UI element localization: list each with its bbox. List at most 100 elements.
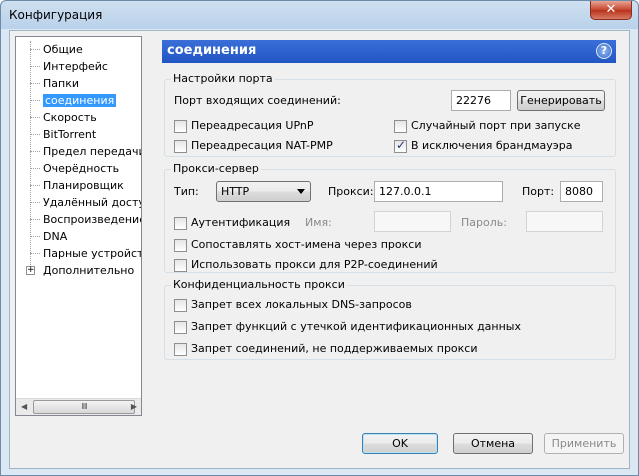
tree-item[interactable]: Очерёдность: [16, 160, 141, 177]
upnp-checkbox[interactable]: [174, 120, 187, 133]
tree-item-label: Папки: [43, 77, 79, 90]
tree-connector: [30, 219, 40, 220]
proxy-port-label: Порт:: [522, 185, 555, 198]
tree-item[interactable]: Парные устройства: [16, 245, 141, 262]
unsupported-block-checkbox[interactable]: [174, 343, 187, 356]
tree-connector: [30, 100, 40, 101]
username-label: Имя:: [305, 216, 332, 229]
tree-item-label: BitTorrent: [43, 128, 97, 141]
apply-button[interactable]: Применить: [544, 433, 624, 454]
tree-item[interactable]: Удалённый доступ: [16, 194, 142, 211]
tree-item-label: Планировщик: [43, 179, 124, 192]
port-settings-group: Настройки порта Порт входящих соединений…: [164, 72, 616, 157]
proxy-type-select[interactable]: HTTP: [216, 181, 311, 202]
tree-item-label: DNA: [43, 230, 68, 243]
tree-item-label: Парные устройства: [43, 247, 141, 260]
tree-item-label: Предел передачи: [43, 145, 142, 158]
tree-connector: [30, 134, 40, 135]
generate-button[interactable]: Генерировать: [517, 90, 605, 111]
dns-block-checkbox[interactable]: [174, 299, 187, 312]
tree-item[interactable]: Общие: [16, 41, 141, 58]
tree-item[interactable]: Предел передачи: [16, 143, 142, 160]
tree-item[interactable]: + Дополнительно: [16, 262, 141, 279]
incoming-port-label: Порт входящих соединений:: [174, 94, 341, 107]
help-icon[interactable]: ?: [596, 43, 612, 59]
tree-connector: [30, 151, 40, 152]
settings-tree[interactable]: Общие Интерфейс Папки соединения Скорость Bit…: [15, 36, 142, 416]
panel-title: соединения: [167, 43, 257, 58]
random-port-label[interactable]: Случайный порт при запуске: [411, 119, 581, 132]
proxy-privacy-group: Конфиденциальность прокси Запрет всех ло…: [164, 278, 616, 360]
tree-connector: [30, 202, 40, 203]
proxy-host-input[interactable]: 127.0.0.1: [374, 181, 503, 202]
tree-connector: [30, 83, 40, 84]
auth-label[interactable]: Аутентификация: [191, 216, 290, 229]
proxy-server-group: Прокси-сервер Тип: HTTP Прокси: 127.0.0.…: [164, 162, 616, 273]
tree-connector: [30, 117, 40, 118]
proxy-legend: Прокси-сервер: [171, 162, 261, 175]
username-input[interactable]: [374, 211, 451, 232]
tree-item-label: соединения: [43, 94, 117, 107]
chevron-down-icon: [297, 189, 305, 194]
tree-item-label: Общие: [43, 43, 83, 56]
tree-connector: [30, 168, 40, 169]
expand-plus-icon[interactable]: +: [26, 266, 35, 275]
proxy-type-label: Тип:: [174, 185, 199, 198]
firewall-label[interactable]: В исключения брандмауэра: [411, 139, 573, 152]
tree-item-label: Интерфейс: [43, 60, 108, 73]
firewall-checkbox[interactable]: [394, 138, 407, 153]
tree-connector: [30, 253, 40, 254]
tree-item[interactable]: Интерфейс: [16, 58, 141, 75]
tree-item[interactable]: Папки: [16, 75, 141, 92]
incoming-port-input[interactable]: 22276: [451, 90, 511, 111]
p2p-proxy-label[interactable]: Использовать прокси для P2P-соединений: [191, 258, 438, 271]
tree-item-label: Очерёдность: [43, 162, 120, 175]
panel-header: соединения ?: [162, 40, 616, 63]
ok-button[interactable]: OK: [362, 433, 438, 454]
resolve-hostnames-checkbox[interactable]: [174, 239, 187, 252]
proxy-host-label: Прокси:: [328, 185, 374, 198]
cancel-button[interactable]: Отмена: [453, 433, 533, 454]
tree-item-label: Скорость: [43, 111, 97, 124]
tree-item[interactable]: соединения: [16, 92, 141, 109]
tree-item[interactable]: Воспроизведение: [16, 211, 142, 228]
auth-checkbox[interactable]: [174, 217, 187, 230]
title-bar[interactable]: Конфигурация ✕: [1, 1, 638, 30]
proxy-port-input[interactable]: 8080: [560, 181, 603, 202]
proxy-type-value: HTTP: [221, 185, 250, 198]
privacy-legend: Конфиденциальность прокси: [171, 278, 347, 291]
tree-item[interactable]: Скорость: [16, 109, 141, 126]
natpmp-label[interactable]: Переадресация NAT-PMP: [191, 139, 333, 152]
configuration-window: Конфигурация ✕ Общие Интерфейс Папки соедин…: [0, 0, 639, 476]
tree-item[interactable]: Планировщик: [16, 177, 141, 194]
natpmp-checkbox[interactable]: [174, 140, 187, 153]
tree-item-label: Удалённый доступ: [43, 196, 142, 209]
random-port-checkbox[interactable]: [394, 120, 407, 133]
resolve-hostnames-label[interactable]: Сопоставлять хост-имена через прокси: [191, 238, 421, 251]
leak-block-label[interactable]: Запрет функций с утечкой идентификационн…: [191, 320, 521, 333]
port-settings-legend: Настройки порта: [171, 72, 275, 85]
tree-connector: [30, 236, 40, 237]
leak-block-checkbox[interactable]: [174, 321, 187, 334]
dns-block-label[interactable]: Запрет всех локальных DNS-запросов: [191, 298, 412, 311]
password-label: Пароль:: [461, 216, 507, 229]
tree-item-label: Воспроизведение: [43, 213, 142, 226]
tree-connector: [30, 66, 40, 67]
tree-items: Общие Интерфейс Папки соединения Скорость Bit…: [16, 41, 142, 279]
tree-connector: [30, 185, 40, 186]
password-input[interactable]: [526, 211, 603, 232]
scroll-right-icon[interactable]: ▶: [131, 402, 137, 411]
tree-item[interactable]: BitTorrent: [16, 126, 141, 143]
tree-item-label: Дополнительно: [43, 264, 135, 277]
upnp-label[interactable]: Переадресация UPnP: [191, 119, 314, 132]
horizontal-scrollbar[interactable]: ◀ IIII ▶: [16, 398, 141, 415]
tree-item[interactable]: DNA: [16, 228, 141, 245]
scroll-thumb[interactable]: IIII: [33, 400, 135, 414]
tree-connector: [30, 49, 40, 50]
close-button[interactable]: ✕: [590, 1, 632, 20]
unsupported-block-label[interactable]: Запрет соединений, не поддерживаемых про…: [191, 342, 478, 355]
window-title: Конфигурация: [9, 8, 103, 22]
p2p-proxy-checkbox[interactable]: [174, 259, 187, 272]
dialog-body: Общие Интерфейс Папки соединения Скорость Bit…: [9, 30, 630, 469]
scroll-left-icon[interactable]: ◀: [21, 402, 27, 411]
